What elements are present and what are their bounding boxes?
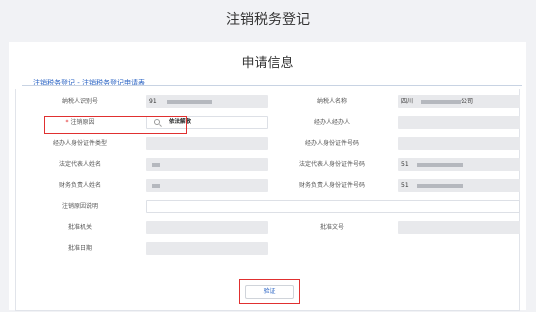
highlight-box [239, 279, 300, 304]
application-card: 申请信息 注销税务登记 - 注销税务登记申请表 纳税人识别号 91 纳税人名称 … [9, 42, 526, 311]
agent-id-no-label: 经办人身份证件号码 [304, 140, 359, 147]
taxpayer-name-field: 四川 公司 [398, 95, 520, 108]
agent-id-type-label: 经办人身份证件类型 [52, 140, 107, 147]
finance-head-id-label: 财务负责人身份证件号码 [298, 182, 365, 189]
form-row-reason-desc: 注销原因说明 [16, 196, 520, 217]
cancel-reason-desc-input[interactable] [146, 200, 520, 213]
taxpayer-id-field: 91 [146, 95, 268, 108]
finance-head-id-field: 51 [398, 179, 520, 192]
approval-date-label: 批准日期 [67, 245, 92, 252]
taxpayer-name-prefix: 四川 [401, 98, 414, 105]
legal-rep-id-label: 法定代表人身份证件号码 [298, 161, 365, 168]
legal-rep-id-field: 51 [398, 158, 520, 171]
approval-doc-field[interactable] [398, 221, 520, 234]
agent-id-type-field[interactable] [146, 137, 268, 150]
redacted-mask [152, 162, 160, 167]
legal-rep-name-label: 法定代表人姓名 [58, 161, 101, 168]
approval-org-field[interactable] [146, 221, 268, 234]
agent-label: 经办人经办人 [313, 119, 350, 126]
form-row-agent-id: 经办人身份证件类型 经办人身份证件号码 [16, 133, 520, 154]
redacted-mask [152, 183, 160, 188]
agent-field[interactable] [398, 116, 520, 129]
redacted-mask [416, 183, 463, 188]
redacted-mask [421, 99, 462, 104]
form-row-legal-rep: 法定代表人姓名 法定代表人身份证件号码 51 [16, 154, 520, 175]
approval-org-label: 批准机关 [67, 224, 92, 231]
form-row-finance-head: 财务负责人姓名 财务负责人身份证件号码 51 [16, 175, 520, 196]
highlight-box [44, 116, 187, 134]
finance-head-name-field [146, 179, 268, 192]
taxpayer-id-label: 纳税人识别号 [61, 98, 98, 105]
form-row-approval: 批准机关 批准文号 [16, 217, 520, 238]
agent-id-no-field[interactable] [398, 137, 520, 150]
cancel-reason-desc-label: 注销原因说明 [61, 203, 98, 210]
approval-date-field[interactable] [146, 242, 268, 255]
redacted-mask [166, 99, 212, 104]
taxpayer-name-label: 纳税人名称 [316, 98, 347, 105]
taxpayer-id-value: 91 [149, 98, 157, 105]
page-title: 注销税务登记 [226, 12, 310, 28]
form-row-approval-date: 批准日期 [16, 238, 519, 259]
approval-doc-label: 批准文号 [319, 224, 344, 231]
section-tab[interactable]: 注销税务登记 - 注销税务登记申请表 [33, 78, 145, 88]
taxpayer-name-suffix: 公司 [461, 98, 474, 105]
legal-rep-name-field [146, 158, 268, 171]
legal-rep-id-value: 51 [401, 161, 409, 168]
section-divider [22, 85, 522, 86]
form-row-taxpayer: 纳税人识别号 91 纳税人名称 四川 公司 [16, 91, 520, 112]
finance-head-id-value: 51 [401, 182, 409, 189]
finance-head-name-label: 财务负责人姓名 [58, 182, 101, 189]
card-title: 申请信息 [241, 56, 294, 71]
redacted-mask [416, 162, 463, 167]
